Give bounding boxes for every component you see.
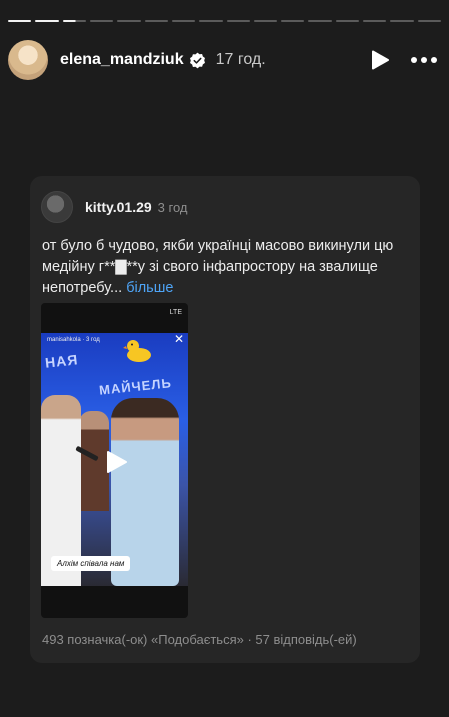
more-link[interactable]: більше	[126, 280, 173, 296]
shared-post-header: kitty.01.29 3 год	[41, 191, 188, 223]
video-thumbnail[interactable]: LTE manisahkola · 3 год ✕ НАЯ МАЙЧЕЛЬ Ал…	[41, 303, 188, 618]
progress-segment	[308, 20, 332, 22]
progress-segment-current	[62, 20, 86, 22]
play-icon[interactable]	[369, 49, 391, 71]
progress-segment	[199, 20, 223, 22]
progress-segment	[117, 20, 141, 22]
shared-post-username[interactable]: kitty.01.29	[85, 199, 152, 215]
post-time: 17 год.	[215, 51, 266, 68]
progress-segment	[89, 20, 114, 22]
shared-post-caption: от було б чудово, якби українці масово в…	[42, 236, 410, 299]
post-stats: 493 позначка(-ок) «Подобається» · 57 від…	[42, 632, 357, 647]
progress-segment	[335, 20, 360, 22]
progress-segment	[8, 20, 32, 22]
duck-icon	[123, 340, 151, 362]
progress-segment	[226, 20, 250, 22]
progress-segment	[35, 20, 59, 22]
progress-segment	[144, 20, 168, 22]
more-icon[interactable]	[411, 49, 437, 71]
shared-post-time: 3 год	[157, 199, 188, 215]
progress-segment	[281, 20, 305, 22]
caption-text: от було б чудово, якби українці масово в…	[42, 238, 394, 296]
story-progress-bar	[8, 20, 441, 23]
close-icon: ✕	[173, 332, 184, 346]
video-status-bar: LTE	[169, 309, 182, 316]
verified-badge-icon	[189, 52, 205, 68]
progress-segment	[171, 20, 196, 22]
video-caption-sticker: Алхім співала нам	[51, 556, 131, 571]
story-header: elena_mandziuk 17 год.	[8, 40, 441, 80]
progress-segment	[363, 20, 387, 22]
play-icon[interactable]	[103, 449, 129, 475]
video-overlay-handle: manisahkola · 3 год	[47, 337, 100, 343]
shared-post-avatar[interactable]	[41, 191, 73, 223]
progress-segment	[417, 20, 441, 22]
shared-post-card[interactable]: kitty.01.29 3 год от було б чудово, якби…	[30, 176, 420, 663]
avatar[interactable]	[8, 40, 48, 80]
progress-segment	[390, 20, 414, 22]
progress-segment	[253, 20, 278, 22]
username[interactable]: elena_mandziuk	[60, 51, 184, 69]
